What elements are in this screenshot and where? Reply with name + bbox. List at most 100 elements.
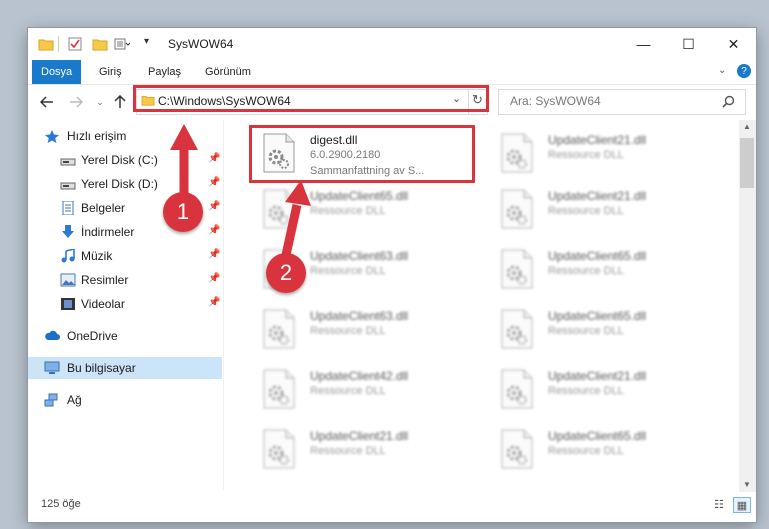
pin-icon[interactable]: 📌	[208, 153, 220, 164]
file-highlight-box	[249, 125, 475, 183]
sidebar-item-label: İndirmeler	[81, 225, 135, 239]
sidebar-item-onedrive[interactable]: OneDrive	[28, 325, 222, 347]
tab-share[interactable]: Paylaş	[139, 60, 190, 84]
explorer-window: ▾ SysWOW64 — ☐ ✕ Dosya Giriş Paylaş Görü…	[28, 28, 756, 522]
sidebar-item-label: Hızlı erişim	[67, 129, 127, 143]
pin-icon[interactable]: 📌	[208, 249, 220, 260]
drive-icon	[60, 182, 76, 190]
sidebar-item-label: Bu bilgisayar	[67, 361, 136, 375]
tiles-view-button[interactable]: ▦	[733, 497, 751, 513]
properties-icon[interactable]	[68, 37, 82, 51]
music-icon	[61, 249, 75, 263]
sidebar-item-label: Müzik	[81, 249, 113, 263]
file-tile[interactable]: UpdateClient65.dll Ressource DLL	[488, 421, 708, 479]
sidebar-item-network[interactable]: Ağ	[28, 389, 222, 411]
file-tile[interactable]: UpdateClient21.dll Ressource DLL	[488, 361, 708, 419]
sidebar-item-music[interactable]: Müzik 📌	[28, 245, 222, 267]
window-title: SysWOW64	[168, 37, 234, 51]
scrollbar-thumb[interactable]	[740, 138, 754, 188]
file-tile[interactable]: UpdateClient65.dll Ressource DLL	[488, 301, 708, 359]
help-icon[interactable]: ?	[737, 64, 751, 78]
up-button[interactable]	[110, 92, 130, 112]
file-tile[interactable]: UpdateClient65.dll Ressource DLL	[488, 241, 708, 299]
customize-toolbar-icon[interactable]	[114, 37, 130, 51]
tab-view[interactable]: Görünüm	[196, 60, 260, 84]
file-name: UpdateClient21.dll	[548, 189, 647, 203]
file-description: Ressource DLL	[548, 205, 624, 217]
dll-file-icon	[501, 249, 533, 289]
separator	[58, 36, 59, 52]
dll-file-icon	[263, 369, 295, 409]
pin-icon[interactable]: 📌	[208, 297, 220, 308]
sidebar-item-local-disk-c[interactable]: Yerel Disk (C:) 📌	[28, 149, 222, 171]
sidebar-item-label: Yerel Disk (C:)	[81, 153, 158, 167]
file-description: Ressource DLL	[548, 325, 624, 337]
pin-icon[interactable]: 📌	[208, 201, 220, 212]
forward-button[interactable]	[66, 92, 86, 112]
dll-file-icon	[263, 429, 295, 469]
pane-divider	[223, 120, 224, 490]
dll-file-icon	[501, 189, 533, 229]
search-input[interactable]: Ara: SysWOW64	[510, 94, 601, 108]
file-description: Ressource DLL	[548, 149, 624, 161]
new-folder-icon[interactable]	[92, 37, 108, 51]
dll-file-icon	[501, 429, 533, 469]
file-tile[interactable]: UpdateClient21.dll Ressource DLL	[488, 181, 708, 239]
dll-file-icon	[263, 189, 295, 229]
pin-icon[interactable]: 📌	[208, 177, 220, 188]
scroll-down-icon[interactable]: ▼	[743, 480, 751, 489]
scroll-up-icon[interactable]: ▲	[743, 122, 751, 131]
step-marker-2: 2	[266, 253, 306, 293]
sidebar-item-label: Belgeler	[81, 201, 126, 215]
quick-access-dropdown-icon[interactable]: ▾	[144, 36, 149, 50]
tab-file[interactable]: Dosya	[32, 60, 82, 84]
title-bar: ▾ SysWOW64 — ☐ ✕	[28, 28, 756, 60]
download-icon	[62, 225, 74, 238]
back-arrow-icon	[40, 96, 53, 108]
address-highlight-box	[133, 85, 489, 112]
folder-icon	[38, 39, 54, 51]
file-description: Ressource DLL	[548, 265, 624, 277]
minimize-button[interactable]: —	[621, 28, 666, 60]
pin-icon[interactable]: 📌	[208, 225, 220, 236]
file-tile[interactable]: UpdateClient21.dll Ressource DLL	[250, 421, 470, 479]
status-bar	[28, 494, 756, 516]
file-name: UpdateClient65.dll	[310, 189, 409, 203]
network-icon	[44, 393, 58, 407]
sidebar-item-label: Ağ	[67, 393, 82, 407]
file-description: Ressource DLL	[548, 385, 624, 397]
search-icon[interactable]	[722, 95, 735, 108]
step-marker-1: 1	[163, 192, 203, 232]
details-view-button[interactable]: ☷	[711, 497, 727, 511]
recent-locations-dropdown[interactable]: ⌄	[90, 92, 110, 112]
maximize-button[interactable]: ☐	[666, 28, 711, 60]
computer-icon	[44, 361, 60, 374]
sidebar-item-videos[interactable]: Videolar 📌	[28, 293, 222, 315]
sidebar-item-label: Videolar	[81, 297, 125, 311]
file-tile[interactable]: UpdateClient42.dll Ressource DLL	[250, 361, 470, 419]
file-tile[interactable]: UpdateClient65.dll Ressource DLL	[250, 181, 470, 239]
sidebar-item-pictures[interactable]: Resimler 📌	[28, 269, 222, 291]
close-button[interactable]: ✕	[711, 28, 756, 60]
file-name: UpdateClient21.dll	[310, 429, 409, 443]
sidebar-item-quick-access[interactable]: Hızlı erişim	[28, 125, 222, 147]
file-tile[interactable]: UpdateClient63.dll Ressource DLL	[250, 301, 470, 359]
sidebar-item-this-pc[interactable]: Bu bilgisayar	[28, 357, 222, 379]
pin-icon[interactable]: 📌	[208, 273, 220, 284]
file-tile[interactable]: UpdateClient21.dll Ressource DLL	[488, 125, 708, 183]
file-name: UpdateClient63.dll	[310, 309, 409, 323]
file-name: UpdateClient42.dll	[310, 369, 409, 383]
file-description: Ressource DLL	[310, 385, 386, 397]
item-count: 125 öğe	[41, 498, 81, 510]
dll-file-icon	[501, 369, 533, 409]
dll-file-icon	[501, 309, 533, 349]
dll-file-icon	[501, 133, 533, 173]
file-name: UpdateClient21.dll	[548, 369, 647, 383]
expand-ribbon-icon[interactable]: ⌄	[718, 65, 726, 76]
back-button[interactable]	[37, 92, 57, 112]
file-name: UpdateClient65.dll	[548, 309, 647, 323]
sidebar-item-label: Yerel Disk (D:)	[81, 177, 158, 191]
star-icon	[45, 130, 59, 143]
sidebar-item-local-disk-d[interactable]: Yerel Disk (D:) 📌	[28, 173, 222, 195]
tab-home[interactable]: Giriş	[90, 60, 131, 84]
